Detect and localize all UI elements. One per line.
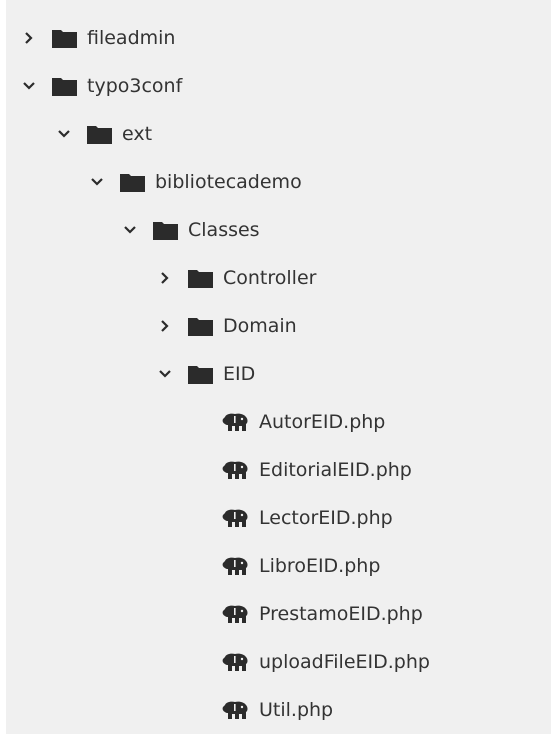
tree-item-lectoreid-php[interactable]: LectorEID.php xyxy=(222,494,551,542)
tree-item-label: Classes xyxy=(188,218,260,241)
tree-item-bibliotecademo[interactable]: bibliotecademo xyxy=(90,158,551,206)
tree-item-classes[interactable]: Classes xyxy=(123,206,551,254)
tree-item-controller[interactable]: Controller xyxy=(158,254,551,302)
tree-item-domain[interactable]: Domain xyxy=(158,302,551,350)
php-elephant-icon xyxy=(222,413,249,432)
tree-item-ext[interactable]: ext xyxy=(57,110,551,158)
php-elephant-icon xyxy=(222,509,249,528)
tree-item-prestamoeid-php[interactable]: PrestamoEID.php xyxy=(222,590,551,638)
tree-item-label: uploadFileEID.php xyxy=(259,650,430,673)
tree-item-label: Domain xyxy=(223,314,297,337)
php-elephant-icon xyxy=(222,461,249,480)
chevron-down-icon[interactable] xyxy=(90,175,104,189)
tree-item-label: AutorEID.php xyxy=(259,410,386,433)
folder-icon xyxy=(188,317,213,336)
tree-item-autoreid-php[interactable]: AutorEID.php xyxy=(222,398,551,446)
tree-item-label: LectorEID.php xyxy=(259,506,393,529)
tree-item-label: PrestamoEID.php xyxy=(259,602,423,625)
folder-icon xyxy=(188,269,213,288)
folder-icon xyxy=(87,125,112,144)
tree-item-typo3conf[interactable]: typo3conf xyxy=(22,62,542,110)
tree-item-libroeid-php[interactable]: LibroEID.php xyxy=(222,542,551,590)
folder-icon xyxy=(120,173,145,192)
tree-item-label: EID xyxy=(223,362,256,385)
tree-item-label: typo3conf xyxy=(87,74,183,97)
tree-item-uploadfileeid-php[interactable]: uploadFileEID.php xyxy=(222,638,551,686)
php-elephant-icon xyxy=(222,605,249,624)
tree-item-util-php[interactable]: Util.php xyxy=(222,686,551,734)
chevron-down-icon[interactable] xyxy=(22,79,36,93)
chevron-down-icon[interactable] xyxy=(57,127,71,141)
tree-item-label: EditorialEID.php xyxy=(259,458,412,481)
tree-item-label: ext xyxy=(122,122,153,145)
php-elephant-icon xyxy=(222,557,249,576)
tree-item-label: bibliotecademo xyxy=(155,170,302,193)
tree-item-label: Util.php xyxy=(259,698,334,721)
tree-item-editorialeid-php[interactable]: EditorialEID.php xyxy=(222,446,551,494)
folder-icon xyxy=(153,221,178,240)
chevron-down-icon[interactable] xyxy=(158,367,172,381)
tree-item-fileadmin[interactable]: fileadmin xyxy=(22,14,542,62)
folder-icon xyxy=(188,365,213,384)
php-elephant-icon xyxy=(222,653,249,672)
chevron-down-icon[interactable] xyxy=(123,223,137,237)
chevron-right-icon[interactable] xyxy=(158,319,172,333)
folder-icon xyxy=(52,29,77,48)
file-tree-panel: fileadmin typo3conf ext bibliotecademo C… xyxy=(6,0,551,734)
folder-icon xyxy=(52,77,77,96)
php-elephant-icon xyxy=(222,701,249,720)
tree-item-label: Controller xyxy=(223,266,317,289)
tree-item-eid[interactable]: EID xyxy=(158,350,551,398)
chevron-right-icon[interactable] xyxy=(158,271,172,285)
chevron-right-icon[interactable] xyxy=(22,31,36,45)
tree-item-label: LibroEID.php xyxy=(259,554,381,577)
tree-item-label: fileadmin xyxy=(87,26,176,49)
